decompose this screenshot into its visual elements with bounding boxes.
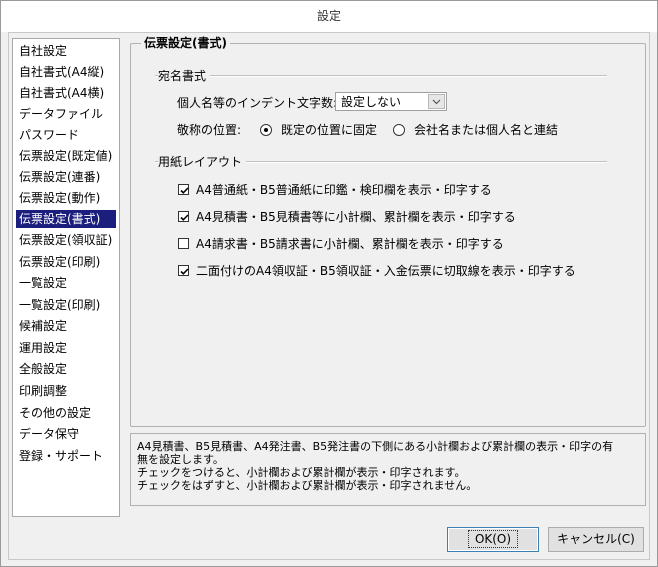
honorific-position-label: 敬称の位置:	[177, 123, 242, 137]
sidebar-item-password[interactable]: パスワード	[16, 126, 116, 144]
checkbox-seal-column-label[interactable]: A4普通紙・B5普通紙に印鑑・検印欄を表示・印字する	[196, 183, 492, 197]
indent-label: 個人名等のインデント文字数:	[177, 96, 338, 110]
radio-default-position-label[interactable]: 既定の位置に固定	[281, 123, 377, 137]
radio-linked-position[interactable]	[393, 124, 405, 136]
sidebar-item-other[interactable]: その他の設定	[16, 404, 116, 422]
sidebar-item-slip-receipt[interactable]: 伝票設定(領収証)	[16, 231, 116, 249]
group-title: 伝票設定(書式)	[141, 36, 230, 50]
address-section-label: 宛名書式	[158, 69, 211, 83]
window-title: 設定	[1, 1, 657, 32]
sidebar-item-print-adjust[interactable]: 印刷調整	[16, 382, 116, 400]
sidebar-item-slip-behavior[interactable]: 伝票設定(動作)	[16, 189, 116, 207]
cancel-button[interactable]: キャンセル(C)	[548, 527, 644, 552]
sidebar-item-registration-support[interactable]: 登録・サポート	[16, 447, 116, 465]
description-line: 無を設定します。	[137, 453, 224, 466]
sidebar-item-list[interactable]: 一覧設定	[16, 274, 116, 292]
sidebar-item-slip-defaults[interactable]: 伝票設定(既定値)	[16, 147, 116, 165]
description-box: A4見積書、B5見積書、A4発注書、B5発注書の下側にある小計欄および累計欄の表…	[130, 433, 646, 506]
ok-button-label: OK(O)	[467, 530, 519, 548]
checkbox-estimate-subtotal[interactable]	[178, 211, 189, 222]
cancel-button-label: キャンセル(C)	[557, 532, 635, 546]
description-line: チェックをはずすと、小計欄および累計欄が表示・印字されません。	[137, 479, 478, 492]
checkbox-cut-line-label[interactable]: 二面付けのA4領収証・B5領収証・入金伝票に切取線を表示・印字する	[196, 264, 576, 278]
indent-select[interactable]: 設定しない	[335, 92, 447, 111]
sidebar-item-list-print[interactable]: 一覧設定(印刷)	[16, 296, 116, 314]
checkbox-estimate-subtotal-label[interactable]: A4見積書・B5見積書等に小計欄、累計欄を表示・印字する	[196, 210, 516, 224]
sidebar-item-candidates[interactable]: 候補設定	[16, 317, 116, 335]
slip-format-group: 伝票設定(書式) 宛名書式 個人名等のインデント文字数: 設定しない 敬称の位置…	[130, 36, 646, 427]
checkbox-invoice-subtotal-label[interactable]: A4請求書・B5請求書に小計欄、累計欄を表示・印字する	[196, 237, 504, 251]
sidebar-item-slip-format[interactable]: 伝票設定(書式)	[16, 210, 116, 228]
settings-window: 設定 自社設定 自社書式(A4縦) 自社書式(A4横) データファイル パスワー…	[0, 0, 658, 567]
sidebar-item-operation[interactable]: 運用設定	[16, 339, 116, 357]
sidebar-item-company-format-a4-portrait[interactable]: 自社書式(A4縦)	[16, 63, 116, 81]
sidebar-item-slip-print[interactable]: 伝票設定(印刷)	[16, 253, 116, 271]
checkbox-cut-line[interactable]	[178, 265, 189, 276]
dialog-body: 自社設定 自社書式(A4縦) 自社書式(A4横) データファイル パスワード 伝…	[8, 32, 650, 560]
address-section-divider	[155, 75, 607, 77]
checkbox-invoice-subtotal[interactable]	[178, 238, 189, 249]
radio-linked-position-label[interactable]: 会社名または個人名と連結	[414, 123, 558, 137]
description-line: チェックをつけると、小計欄および累計欄が表示・印字されます。	[137, 466, 466, 479]
settings-category-list[interactable]: 自社設定 自社書式(A4縦) 自社書式(A4横) データファイル パスワード 伝…	[12, 38, 120, 517]
sidebar-item-company[interactable]: 自社設定	[16, 42, 116, 60]
chevron-down-icon[interactable]	[428, 94, 445, 109]
sidebar-item-general[interactable]: 全般設定	[16, 360, 116, 378]
sidebar-item-data-file[interactable]: データファイル	[16, 105, 116, 123]
layout-section-label: 用紙レイアウト	[158, 155, 247, 169]
indent-select-value: 設定しない	[341, 95, 402, 109]
sidebar-item-company-format-a4-landscape[interactable]: 自社書式(A4横)	[16, 84, 116, 102]
radio-default-position[interactable]	[260, 124, 272, 136]
ok-button[interactable]: OK(O)	[447, 527, 539, 552]
sidebar-item-slip-numbering[interactable]: 伝票設定(連番)	[16, 168, 116, 186]
checkbox-seal-column[interactable]	[178, 184, 189, 195]
description-line: A4見積書、B5見積書、A4発注書、B5発注書の下側にある小計欄および累計欄の表…	[137, 440, 614, 453]
sidebar-item-data-maintenance[interactable]: データ保守	[16, 425, 116, 443]
